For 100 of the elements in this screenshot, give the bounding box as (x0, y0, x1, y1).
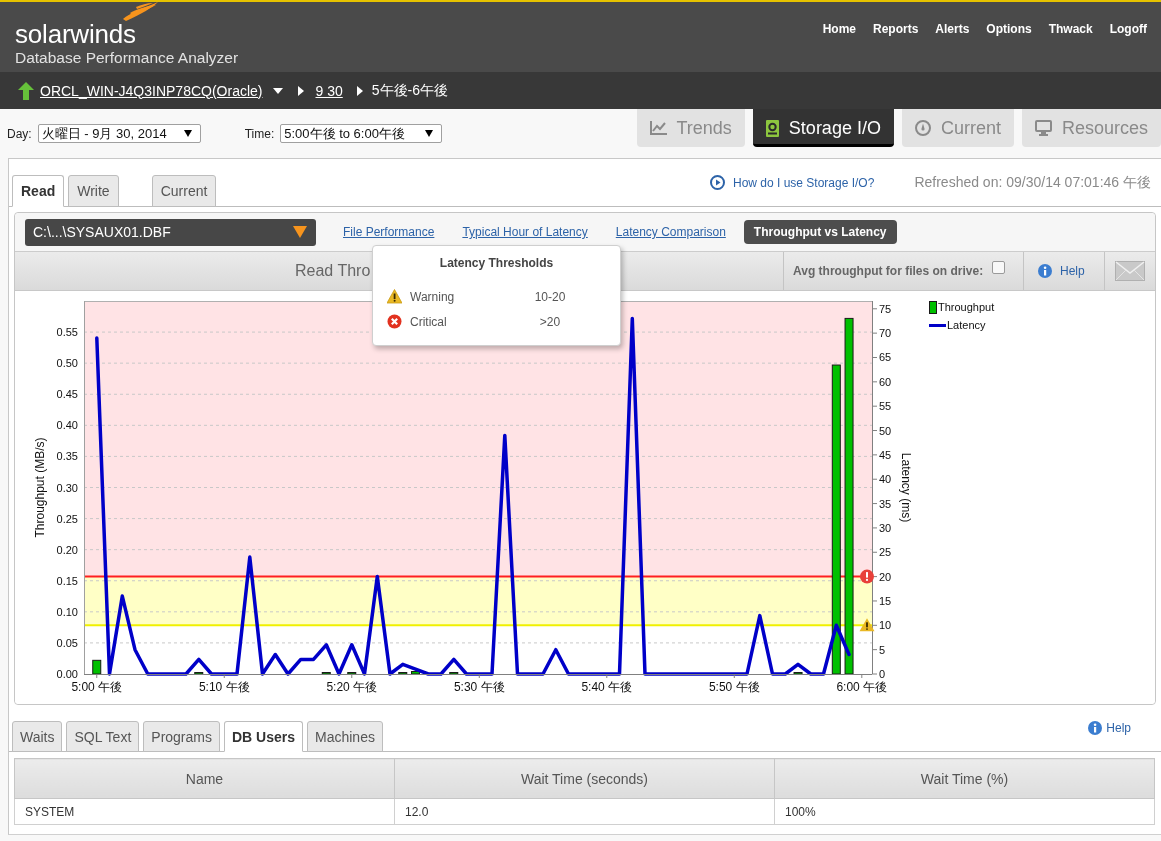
axis-tick-label: 6:00 午後 (836, 680, 888, 694)
axis-tick-label: 5:40 午後 (581, 680, 633, 694)
time-label: Time: (244, 126, 275, 141)
nav-link[interactable]: Logoff (1109, 22, 1147, 72)
axis-tick-label: 70 (879, 327, 892, 340)
avg-throughput-label: Avg throughput for files on drive: (793, 264, 984, 278)
axis-tick-label: 0.50 (56, 357, 78, 370)
line-chart-icon (649, 121, 667, 135)
warning-icon (859, 618, 875, 632)
monitor-icon (1034, 120, 1052, 136)
caret-right-icon (297, 85, 304, 96)
chart-view-link[interactable]: Throughput vs Latency (743, 220, 897, 244)
instance-link[interactable]: ORCL_WIN-J4Q3INP78CQ(Oracle) (40, 82, 263, 99)
view-tab[interactable]: Storage I/O (752, 109, 894, 147)
io-mode-tab[interactable]: Read (12, 175, 65, 207)
io-mode-tab[interactable]: Write (68, 175, 119, 207)
error-icon (387, 314, 402, 329)
nav-link[interactable]: Alerts (935, 22, 970, 72)
day-select[interactable]: 火曜日 - 9月 30, 2014 (37, 124, 201, 143)
detail-tab[interactable]: Waits (12, 721, 63, 752)
help-link[interactable]: How do I use Storage I/O? (709, 175, 875, 190)
axis-tick-label: 0 (879, 668, 886, 680)
nav-link[interactable]: Reports (873, 22, 919, 72)
table-cell: 12.0 (394, 798, 775, 825)
hour-range-label: 5午後-6午後 (371, 81, 448, 100)
axis-tick-label: 15 (879, 594, 892, 607)
axis-tick-label: 5:20 午後 (326, 680, 378, 694)
column-header: Wait Time (seconds) (394, 758, 775, 799)
chart-title: Read Thro (295, 262, 371, 280)
day-label: Day: (7, 126, 32, 141)
time-select[interactable]: 5:00午後 to 6:00午後 (280, 124, 443, 143)
axis-tick-label: 0.55 (56, 326, 78, 339)
nav-link[interactable]: Options (986, 22, 1032, 72)
axis-tick-label: 25 (879, 546, 892, 559)
axis-tick-label: 0.25 (56, 512, 78, 525)
refresh-timestamp: Refreshed on: 09/30/14 07:01:46 午後 (914, 173, 1151, 192)
help-link[interactable]: Help (1088, 721, 1131, 735)
info-icon (1088, 721, 1103, 735)
nav-link[interactable]: Thwack (1048, 22, 1093, 72)
axis-tick-label: 0.05 (56, 636, 78, 649)
caret-down-icon (272, 87, 283, 94)
threshold-label: Warning (410, 289, 456, 304)
column-header: Name (14, 758, 395, 799)
file-select[interactable]: C:\...\SYSAUX01.DBF (25, 218, 316, 246)
axis-tick-label: 5:00 午後 (71, 680, 123, 694)
table-cell: SYSTEM (14, 798, 395, 825)
chart-view-link[interactable]: Latency Comparison (605, 220, 736, 244)
detail-tab[interactable]: Machines (307, 721, 383, 752)
threshold-label: Critical (410, 314, 448, 329)
axis-tick-label: 30 (879, 521, 892, 534)
info-icon (1038, 264, 1052, 278)
axis-tick-label: 0.10 (56, 605, 78, 618)
axis-tick-label: 40 (879, 473, 892, 486)
legend-label: Latency (947, 319, 986, 331)
legend-label: Throughput (938, 301, 995, 313)
alert-icon (860, 569, 874, 584)
help-link[interactable]: Help (1038, 264, 1085, 278)
axis-tick-label: 50 (879, 424, 892, 437)
io-mode-tab[interactable]: Current (151, 175, 217, 207)
axis-title: Throughput (MB/s) (33, 437, 47, 538)
axis-tick-label: 65 (879, 351, 892, 364)
caret-down-icon (425, 130, 434, 137)
brand-name: solarwinds (15, 21, 136, 47)
axis-tick-label: 0.00 (56, 668, 78, 680)
play-circle-icon (709, 175, 725, 190)
caret-down-icon (293, 226, 307, 238)
avg-checkbox[interactable] (992, 260, 1006, 274)
axis-tick-label: 5:50 午後 (708, 680, 760, 694)
axis-tick-label: 0.30 (56, 481, 78, 494)
caret-down-icon (183, 130, 192, 137)
date-link[interactable]: 9 30 (315, 82, 343, 99)
gauge-icon (914, 120, 931, 136)
axis-tick-label: 0.40 (56, 419, 78, 432)
threshold-range: 10-20 (533, 289, 567, 304)
axis-tick-label: 0.35 (56, 450, 78, 463)
nav-link[interactable]: Home (822, 22, 856, 72)
envelope-icon (1115, 261, 1145, 281)
axis-tick-label: 45 (879, 448, 892, 461)
axis-tick-label: 75 (879, 302, 892, 315)
axis-tick-label: 60 (879, 375, 892, 388)
chart-view-link[interactable]: File Performance (333, 220, 445, 244)
threshold-range: >20 (538, 314, 562, 329)
axis-tick-label: 0.15 (56, 574, 78, 587)
caret-right-icon (356, 85, 363, 96)
up-arrow-icon (18, 81, 34, 100)
email-button[interactable] (1115, 261, 1145, 281)
warning-icon (387, 289, 402, 304)
axis-title: Latency (ms) (899, 452, 913, 523)
product-name: Database Performance Analyzer (15, 49, 239, 67)
chart-view-link[interactable]: Typical Hour of Latency (452, 220, 598, 244)
detail-tab[interactable]: Programs (143, 721, 220, 752)
axis-tick-label: 55 (879, 400, 892, 413)
axis-tick-label: 35 (879, 497, 892, 510)
axis-tick-label: 0.45 (56, 388, 78, 401)
flame-logo-icon (121, 2, 158, 21)
detail-tab[interactable]: SQL Text (66, 721, 140, 752)
table-cell: 100% (774, 798, 1155, 825)
column-header: Wait Time (%) (774, 758, 1155, 799)
axis-tick-label: 0.20 (56, 543, 78, 556)
detail-tab[interactable]: DB Users (224, 721, 303, 752)
